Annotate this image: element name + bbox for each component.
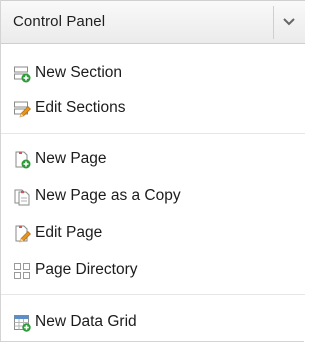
menu-divider [1,133,305,134]
menu-item-edit-page[interactable]: Edit Page [1,218,305,248]
panel-header: Control Panel [1,0,305,44]
menu-item-new-data-grid[interactable]: New Data Grid [1,307,305,337]
page-directory-icon [14,263,30,279]
control-panel: Control Panel New Section Edit Sections [0,0,305,342]
menu-item-label: New Section [35,64,123,81]
menu-item-new-page-copy[interactable]: New Page as a Copy [1,181,305,211]
new-section-icon [14,66,31,83]
new-page-icon [15,151,31,169]
menu-item-label: Edit Page [35,224,103,241]
edit-page-icon [15,225,31,243]
chevron-down-icon [283,18,295,26]
menu-item-edit-sections[interactable]: Edit Sections [1,93,305,123]
edit-sections-icon [14,101,31,118]
panel-title: Control Panel [13,13,106,30]
menu-item-new-page[interactable]: New Page [1,144,305,174]
menu-item-new-section[interactable]: New Section [1,58,305,88]
menu-item-label: Page Directory [35,261,138,278]
menu-item-label: New Page [35,150,107,167]
copy-page-icon [14,189,30,206]
menu-item-label: New Data Grid [35,313,137,330]
menu-divider [1,294,305,295]
menu-item-page-directory[interactable]: Page Directory [1,255,305,285]
menu-item-label: Edit Sections [35,99,126,116]
menu-item-label: New Page as a Copy [35,187,181,204]
collapse-toggle-button[interactable] [274,1,305,43]
data-grid-icon [14,315,31,332]
